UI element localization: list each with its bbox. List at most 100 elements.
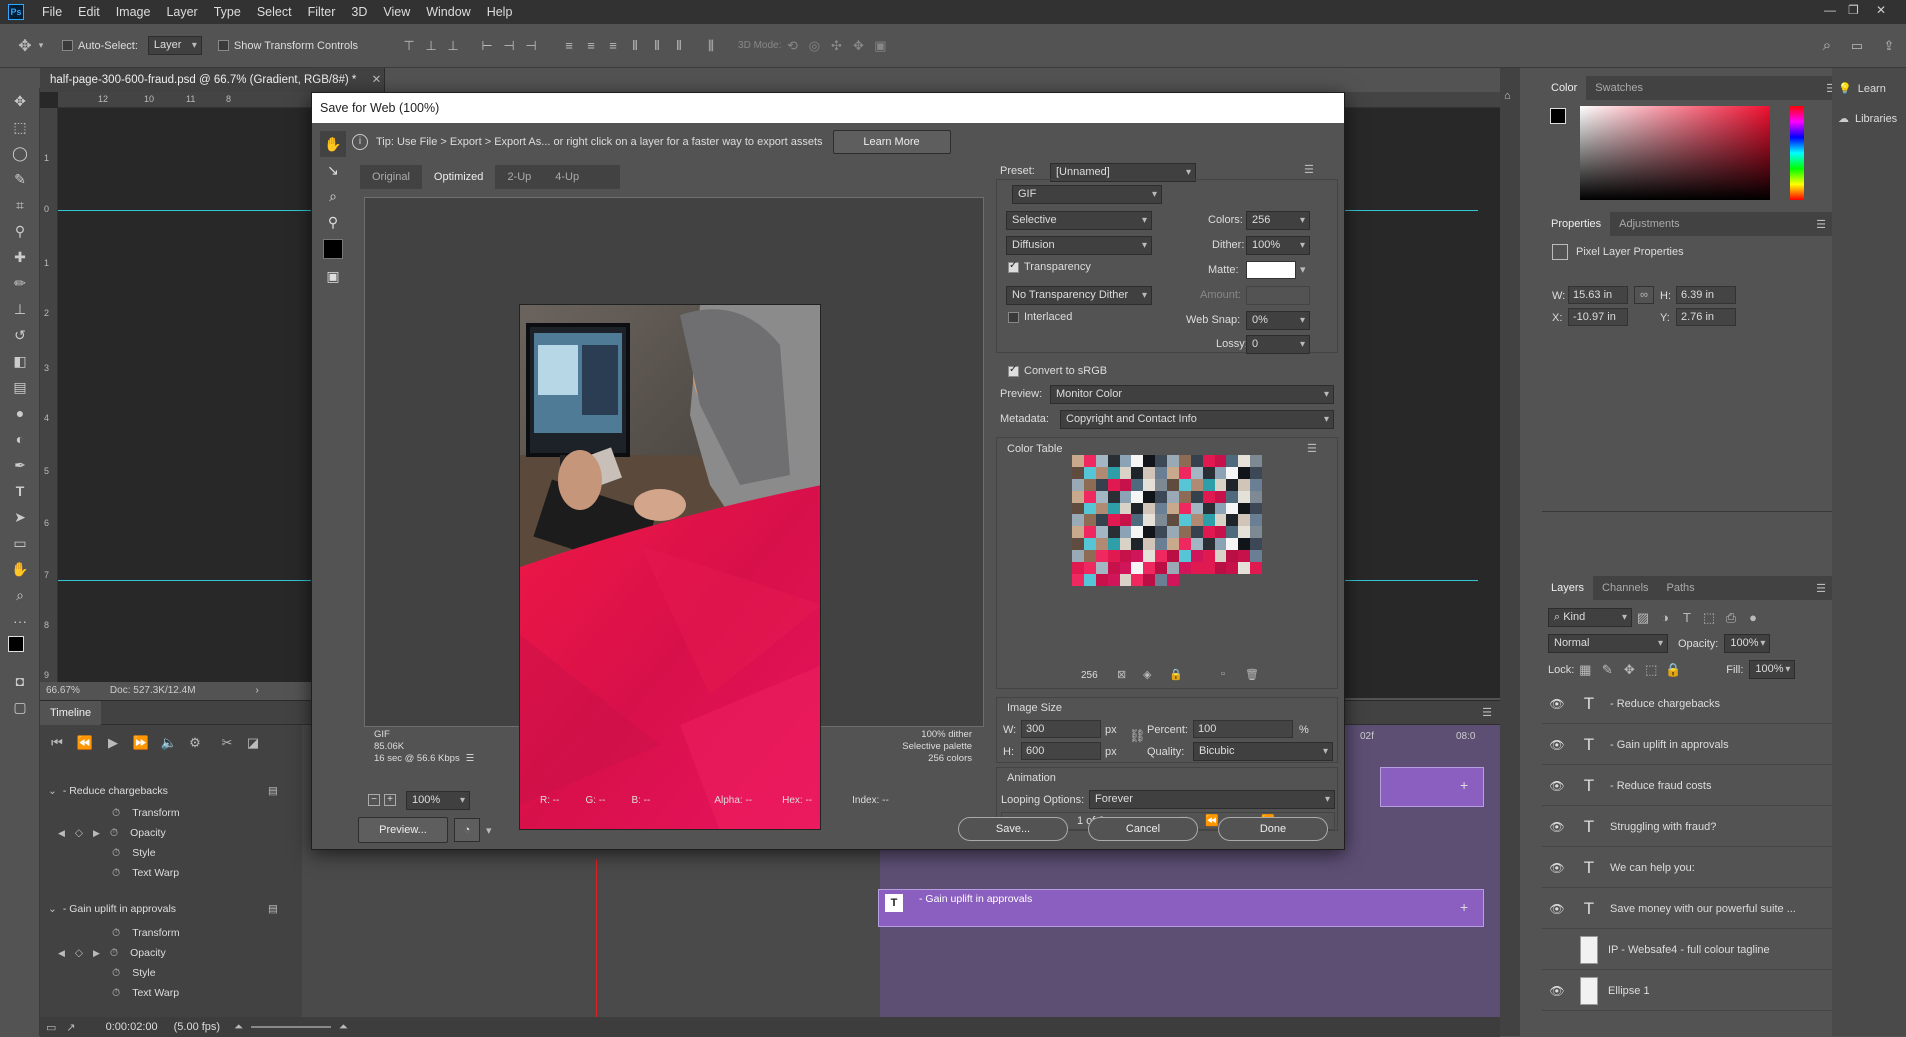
preview-color-dropdown[interactable]: Monitor Color bbox=[1050, 385, 1334, 404]
visibility-eye-icon[interactable]: 👁 bbox=[1542, 943, 1572, 957]
first-frame-icon[interactable]: ⏮ bbox=[46, 735, 68, 751]
optimize-menu-icon[interactable]: ☰ bbox=[1304, 163, 1314, 176]
color-swatch[interactable] bbox=[1072, 514, 1084, 527]
menu-3d[interactable]: 3D bbox=[343, 5, 375, 19]
layer-row[interactable]: 👁 T We can help you: bbox=[1542, 848, 1832, 888]
split-scissors-icon[interactable]: ✂ bbox=[216, 735, 238, 751]
color-swatch[interactable] bbox=[1250, 478, 1262, 491]
color-swatch[interactable] bbox=[1107, 478, 1120, 491]
color-swatch[interactable] bbox=[1143, 466, 1156, 479]
color-swatch[interactable] bbox=[1226, 466, 1239, 479]
visibility-eye-icon[interactable]: 👁 bbox=[1542, 779, 1572, 793]
color-swatch[interactable] bbox=[1250, 514, 1262, 527]
color-swatch[interactable] bbox=[1083, 455, 1096, 467]
color-swatch[interactable] bbox=[1155, 455, 1167, 467]
color-table-menu-icon[interactable]: ☰ bbox=[1307, 442, 1317, 455]
color-swatch[interactable] bbox=[1131, 478, 1144, 491]
stopwatch-icon[interactable]: ⏱ bbox=[110, 827, 118, 840]
filter-pixel-icon[interactable]: ▨ bbox=[1632, 610, 1654, 626]
lasso-tool-icon[interactable]: ◯ bbox=[0, 140, 40, 166]
color-swatch[interactable] bbox=[1178, 550, 1191, 562]
visibility-eye-icon[interactable]: 👁 bbox=[1542, 697, 1572, 711]
expand-icon[interactable]: ▶ bbox=[93, 828, 100, 839]
transparency-checkbox[interactable]: Transparency bbox=[1008, 260, 1091, 273]
visibility-eye-icon[interactable]: 👁 bbox=[1542, 861, 1572, 875]
color-swatch[interactable] bbox=[1072, 478, 1084, 491]
color-swatch[interactable] bbox=[1178, 490, 1191, 503]
color-swatch[interactable] bbox=[1178, 538, 1191, 550]
color-swatch[interactable] bbox=[1250, 455, 1262, 467]
visibility-eye-icon[interactable]: 👁 bbox=[1542, 984, 1572, 998]
color-swatch[interactable] bbox=[1119, 550, 1132, 562]
color-table-grid[interactable] bbox=[1072, 455, 1262, 645]
color-swatch[interactable] bbox=[1143, 514, 1156, 527]
color-swatch[interactable] bbox=[1250, 526, 1262, 539]
filter-shape-icon[interactable]: ⬚ bbox=[1698, 610, 1720, 626]
color-swatch[interactable] bbox=[1190, 526, 1203, 539]
add-media-icon[interactable]: + bbox=[1460, 899, 1468, 915]
color-swatch[interactable] bbox=[1072, 538, 1084, 550]
color-swatch[interactable] bbox=[1131, 514, 1144, 527]
keyframe-icon[interactable]: ◇ bbox=[75, 947, 83, 959]
keyframe-icon[interactable]: ◇ bbox=[75, 827, 83, 839]
pen-tool-icon[interactable]: ✒ bbox=[0, 452, 40, 478]
filter-toggle-icon[interactable]: ● bbox=[1742, 610, 1764, 625]
menu-select[interactable]: Select bbox=[249, 5, 300, 19]
tab-swatches[interactable]: Swatches bbox=[1586, 76, 1652, 100]
color-swatch[interactable] bbox=[1190, 490, 1203, 503]
color-swatch[interactable] bbox=[1238, 514, 1251, 527]
cancel-button[interactable]: Cancel bbox=[1088, 817, 1198, 841]
color-swatch[interactable] bbox=[1107, 538, 1120, 550]
x-field[interactable]: -10.97 in bbox=[1568, 308, 1628, 326]
color-swatch[interactable] bbox=[1095, 466, 1108, 479]
width-field[interactable]: 15.63 in bbox=[1568, 286, 1628, 304]
color-swatch[interactable] bbox=[1095, 526, 1108, 539]
tab-layers[interactable]: Layers bbox=[1542, 576, 1594, 600]
color-swatch[interactable] bbox=[1178, 514, 1191, 527]
auto-select-target-dropdown[interactable]: Layer bbox=[147, 36, 202, 55]
color-swatch[interactable] bbox=[1167, 561, 1179, 574]
color-swatch[interactable] bbox=[1202, 478, 1215, 491]
tab-original[interactable]: Original bbox=[360, 165, 422, 189]
color-swatch[interactable] bbox=[1214, 526, 1227, 539]
timeline-prop-style[interactable]: ⏱ Style bbox=[40, 963, 300, 983]
menu-icon[interactable]: ☰ bbox=[466, 753, 475, 764]
menu-help[interactable]: Help bbox=[479, 5, 521, 19]
dither-field[interactable]: 100% bbox=[1246, 236, 1310, 255]
tab-optimized[interactable]: Optimized bbox=[421, 165, 496, 189]
color-swatch[interactable] bbox=[1226, 526, 1239, 539]
y-field[interactable]: 2.76 in bbox=[1676, 308, 1736, 326]
color-swatch[interactable] bbox=[1083, 502, 1096, 515]
frame-mode-icon[interactable]: ▭ bbox=[46, 1021, 56, 1034]
dither-algorithm-dropdown[interactable]: Diffusion bbox=[1006, 236, 1152, 255]
lock-all-icon[interactable]: 🔒 bbox=[1662, 662, 1684, 678]
color-swatch[interactable] bbox=[1131, 526, 1144, 539]
color-swatch[interactable] bbox=[1119, 466, 1132, 479]
web-snap-field[interactable]: 0% bbox=[1246, 311, 1310, 330]
color-swatch[interactable] bbox=[1083, 550, 1096, 562]
color-swatch[interactable] bbox=[1155, 550, 1167, 562]
filter-type-icon[interactable]: T bbox=[1676, 610, 1698, 625]
color-swatch[interactable] bbox=[1095, 573, 1108, 586]
hue-slider[interactable] bbox=[1790, 106, 1804, 200]
timeline-clip-gain-uplift[interactable]: T - Gain uplift in approvals bbox=[878, 889, 1484, 927]
menu-view[interactable]: View bbox=[375, 5, 418, 19]
color-swatch[interactable] bbox=[1190, 550, 1203, 562]
color-swatch[interactable] bbox=[1143, 573, 1156, 586]
color-swatch[interactable] bbox=[1167, 502, 1179, 515]
color-swatch[interactable] bbox=[1178, 478, 1191, 491]
menu-edit[interactable]: Edit bbox=[70, 5, 108, 19]
color-field[interactable] bbox=[1580, 106, 1770, 200]
color-swatch[interactable] bbox=[1167, 478, 1179, 491]
layer-kind-filter[interactable]: ⌕ Kind bbox=[1548, 608, 1632, 627]
color-swatch[interactable] bbox=[1167, 490, 1179, 503]
history-brush-tool-icon[interactable]: ↺ bbox=[0, 322, 40, 348]
color-swatch[interactable] bbox=[1107, 561, 1120, 574]
history-icon[interactable]: ⌂ bbox=[1504, 90, 1511, 102]
timeline-prop-transform[interactable]: ⏱ Transform bbox=[40, 923, 300, 943]
chevron-down-icon[interactable]: ⌄ bbox=[48, 903, 57, 915]
screen-mode-icon[interactable]: ▢ bbox=[0, 694, 40, 720]
color-swatch[interactable] bbox=[1226, 478, 1239, 491]
layer-row[interactable]: 👁 T Save money with our powerful suite ... bbox=[1542, 889, 1832, 929]
color-swatch[interactable] bbox=[1214, 455, 1227, 467]
